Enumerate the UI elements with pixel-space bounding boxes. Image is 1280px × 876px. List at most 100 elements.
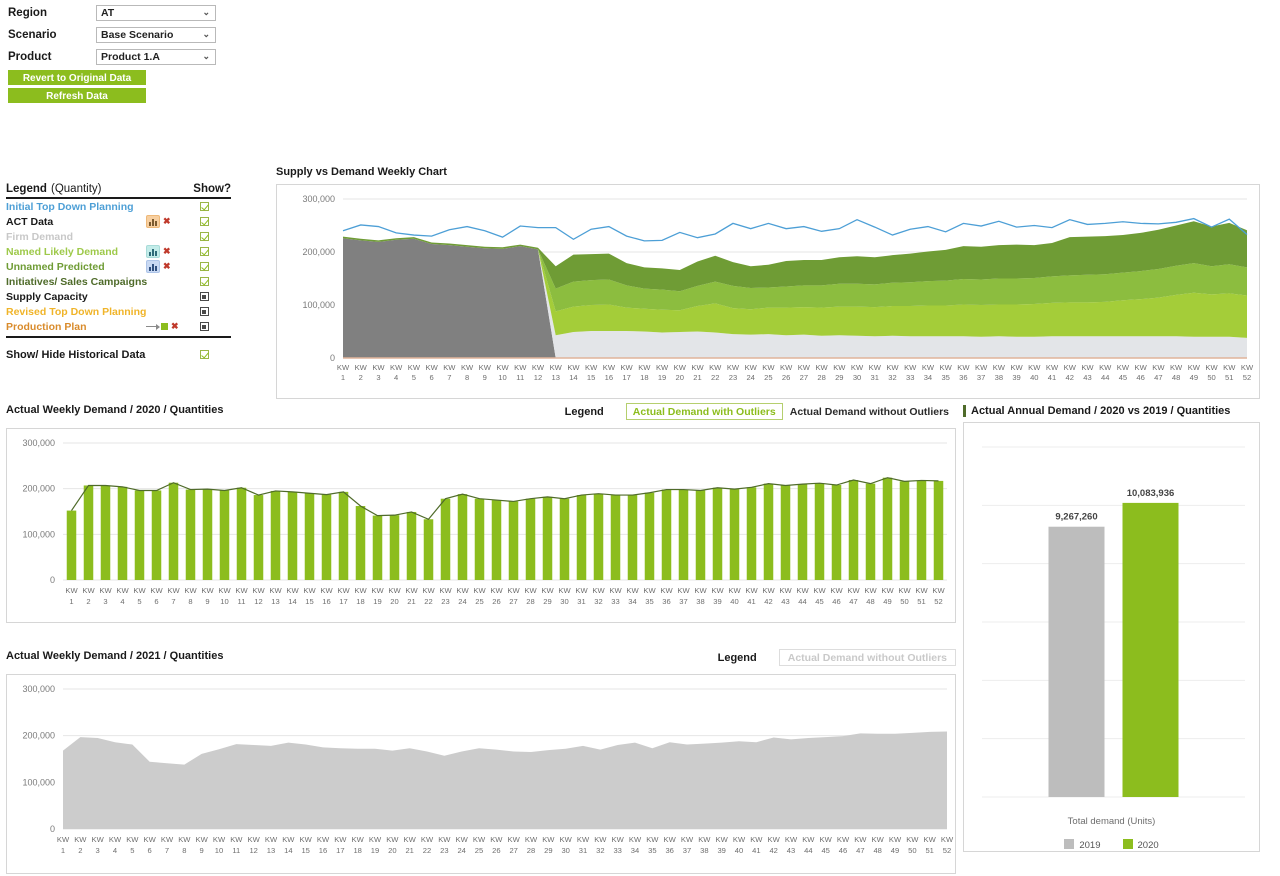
legend-row: Unnamed Predicted ✖ bbox=[6, 259, 231, 274]
svg-text:15: 15 bbox=[305, 597, 313, 606]
svg-text:KW: KW bbox=[126, 835, 139, 844]
legend-show-checkbox[interactable] bbox=[188, 291, 220, 303]
actual-demand-without-outliers-button[interactable]: Actual Demand without Outliers bbox=[782, 403, 956, 420]
svg-text:KW: KW bbox=[957, 363, 970, 372]
svg-text:12: 12 bbox=[249, 846, 257, 855]
product-select[interactable]: Product 1.A ⌄ bbox=[96, 48, 216, 65]
svg-text:KW: KW bbox=[837, 835, 850, 844]
chart-thumbnail-icon[interactable] bbox=[146, 260, 160, 273]
delete-series-icon[interactable]: ✖ bbox=[163, 216, 171, 227]
delete-series-icon[interactable]: ✖ bbox=[163, 261, 171, 272]
legend-series-label: Initiatives/ Sales Campaigns bbox=[6, 275, 148, 288]
legend-row: Production Plan ✖ bbox=[6, 319, 231, 334]
legend-show-checkbox[interactable] bbox=[188, 261, 220, 273]
legend-row: Revised Top Down Planning bbox=[6, 304, 231, 319]
svg-text:KW: KW bbox=[473, 835, 486, 844]
legend-series-label: ACT Data bbox=[6, 215, 54, 228]
svg-text:24: 24 bbox=[746, 373, 754, 382]
svg-text:KW: KW bbox=[355, 363, 368, 372]
arrow-to-square-icon[interactable] bbox=[146, 323, 168, 330]
legend-show-checkbox[interactable] bbox=[188, 306, 220, 318]
svg-text:KW: KW bbox=[594, 835, 607, 844]
svg-text:KW: KW bbox=[854, 835, 867, 844]
svg-text:9,267,260: 9,267,260 bbox=[1055, 512, 1097, 523]
svg-text:KW: KW bbox=[660, 586, 673, 595]
refresh-data-button[interactable]: Refresh Data bbox=[8, 88, 146, 103]
svg-text:38: 38 bbox=[700, 846, 708, 855]
product-value: Product 1.A bbox=[101, 50, 160, 63]
svg-text:22: 22 bbox=[424, 597, 432, 606]
swatch-2019 bbox=[1064, 839, 1075, 849]
weekly-demand-2021-svg: 0 100,000 200,000 300,000 KW 1 KW 2 KW 3 KW 4 KW 5 KW 6… bbox=[22, 684, 953, 855]
svg-text:50: 50 bbox=[1207, 373, 1215, 382]
svg-text:9: 9 bbox=[200, 846, 204, 855]
svg-text:KW: KW bbox=[780, 363, 793, 372]
legend-show-checkbox[interactable] bbox=[188, 276, 220, 288]
svg-text:8: 8 bbox=[182, 846, 186, 855]
svg-text:25: 25 bbox=[475, 597, 483, 606]
svg-text:KW: KW bbox=[975, 363, 988, 372]
show-hide-historical-data-row[interactable]: Show/ Hide Historical Data bbox=[6, 347, 231, 362]
svg-text:52: 52 bbox=[934, 597, 942, 606]
svg-text:KW: KW bbox=[150, 586, 163, 595]
legend-show-checkbox[interactable] bbox=[188, 321, 220, 333]
svg-text:48: 48 bbox=[866, 597, 874, 606]
svg-text:KW: KW bbox=[372, 363, 385, 372]
svg-text:KW: KW bbox=[252, 586, 265, 595]
svg-text:40: 40 bbox=[735, 846, 743, 855]
supply-vs-demand-chart: 0 100,000 200,000 300,000 KW 1 KW 2 KW 3 KW 4 KW 5 KW 6… bbox=[276, 184, 1260, 399]
svg-text:29: 29 bbox=[544, 846, 552, 855]
svg-text:200,000: 200,000 bbox=[22, 484, 55, 494]
region-select[interactable]: AT ⌄ bbox=[96, 4, 216, 21]
delete-series-icon[interactable]: ✖ bbox=[163, 246, 171, 257]
filter-row-region: Region AT ⌄ bbox=[8, 2, 268, 23]
svg-text:KW: KW bbox=[265, 835, 278, 844]
legend-panel: Legend (Quantity) Show? Initial Top Down… bbox=[6, 180, 231, 362]
svg-text:12: 12 bbox=[534, 373, 542, 382]
svg-text:KW: KW bbox=[1081, 363, 1094, 372]
svg-text:32: 32 bbox=[594, 597, 602, 606]
svg-text:KW: KW bbox=[1170, 363, 1183, 372]
svg-text:KW: KW bbox=[1188, 363, 1201, 372]
legend-show-checkbox[interactable] bbox=[188, 231, 220, 243]
actual-demand-with-outliers-button[interactable]: Actual Demand with Outliers bbox=[625, 403, 783, 420]
svg-text:42: 42 bbox=[769, 846, 777, 855]
svg-text:KW: KW bbox=[1117, 363, 1130, 372]
svg-text:12: 12 bbox=[254, 597, 262, 606]
svg-text:35: 35 bbox=[645, 597, 653, 606]
svg-text:KW: KW bbox=[74, 835, 87, 844]
chart-thumbnail-icon[interactable] bbox=[146, 215, 160, 228]
svg-text:26: 26 bbox=[782, 373, 790, 382]
legend-row: Firm Demand bbox=[6, 229, 231, 244]
svg-text:KW: KW bbox=[1135, 363, 1148, 372]
svg-text:19: 19 bbox=[658, 373, 666, 382]
svg-text:47: 47 bbox=[1154, 373, 1162, 382]
legend-row: Supply Capacity bbox=[6, 289, 231, 304]
svg-text:49: 49 bbox=[891, 846, 899, 855]
svg-text:KW: KW bbox=[201, 586, 214, 595]
svg-text:KW: KW bbox=[542, 835, 555, 844]
svg-text:20: 20 bbox=[676, 373, 684, 382]
legend-show-checkbox[interactable] bbox=[188, 246, 220, 258]
legend-show-checkbox[interactable] bbox=[188, 216, 220, 228]
svg-text:20: 20 bbox=[388, 846, 396, 855]
svg-text:38: 38 bbox=[696, 597, 704, 606]
chevron-down-icon: ⌄ bbox=[202, 28, 210, 39]
annual-x-axis-label: Total demand (Units) bbox=[1067, 816, 1156, 827]
svg-text:KW: KW bbox=[408, 363, 421, 372]
delete-series-icon[interactable]: ✖ bbox=[171, 321, 179, 332]
show-hide-historical-data-checkbox[interactable] bbox=[188, 349, 220, 361]
legend-row-icons: ✖ bbox=[146, 260, 188, 273]
legend-show-checkbox[interactable] bbox=[188, 201, 220, 213]
scenario-select[interactable]: Base Scenario ⌄ bbox=[96, 26, 216, 43]
svg-text:KW: KW bbox=[798, 363, 811, 372]
svg-text:50: 50 bbox=[900, 597, 908, 606]
annual-demand-panel: Actual Annual Demand / 2020 vs 2019 / Qu… bbox=[963, 405, 1260, 852]
revert-to-original-data-button[interactable]: Revert to Original Data bbox=[8, 70, 146, 85]
svg-text:KW: KW bbox=[886, 363, 899, 372]
svg-text:KW: KW bbox=[745, 586, 758, 595]
chart-thumbnail-icon[interactable] bbox=[146, 245, 160, 258]
svg-text:KW: KW bbox=[456, 586, 469, 595]
actual-demand-without-outliers-button[interactable]: Actual Demand without Outliers bbox=[778, 649, 956, 666]
svg-text:27: 27 bbox=[800, 373, 808, 382]
